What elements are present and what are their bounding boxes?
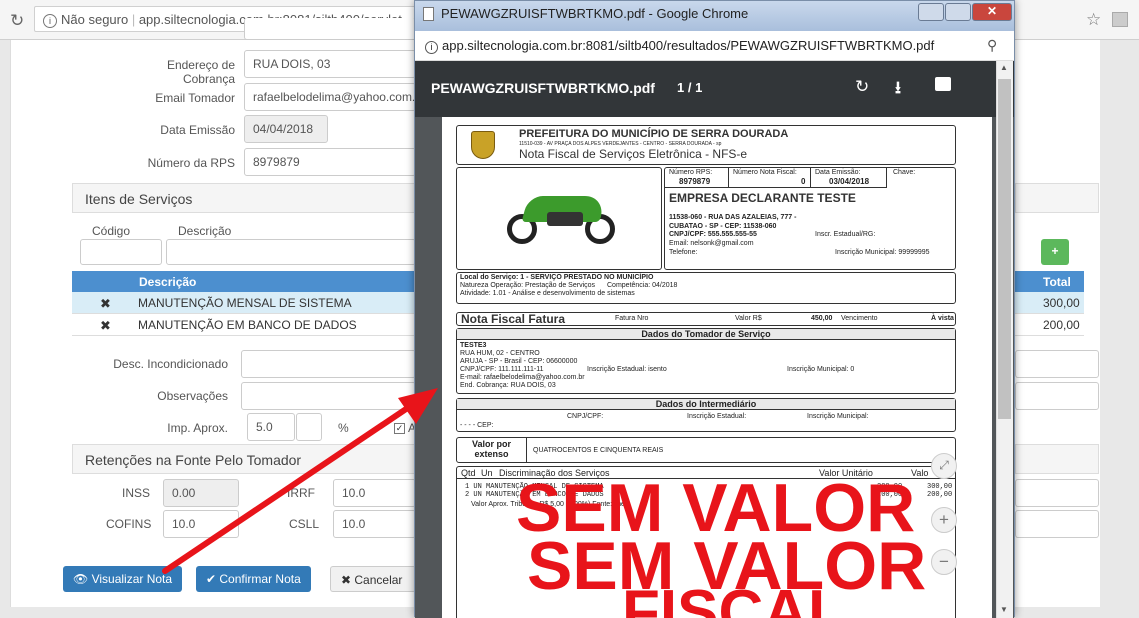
arrow-head — [398, 388, 438, 424]
annotation-arrow — [162, 388, 438, 574]
arrow-shaft — [162, 402, 415, 574]
